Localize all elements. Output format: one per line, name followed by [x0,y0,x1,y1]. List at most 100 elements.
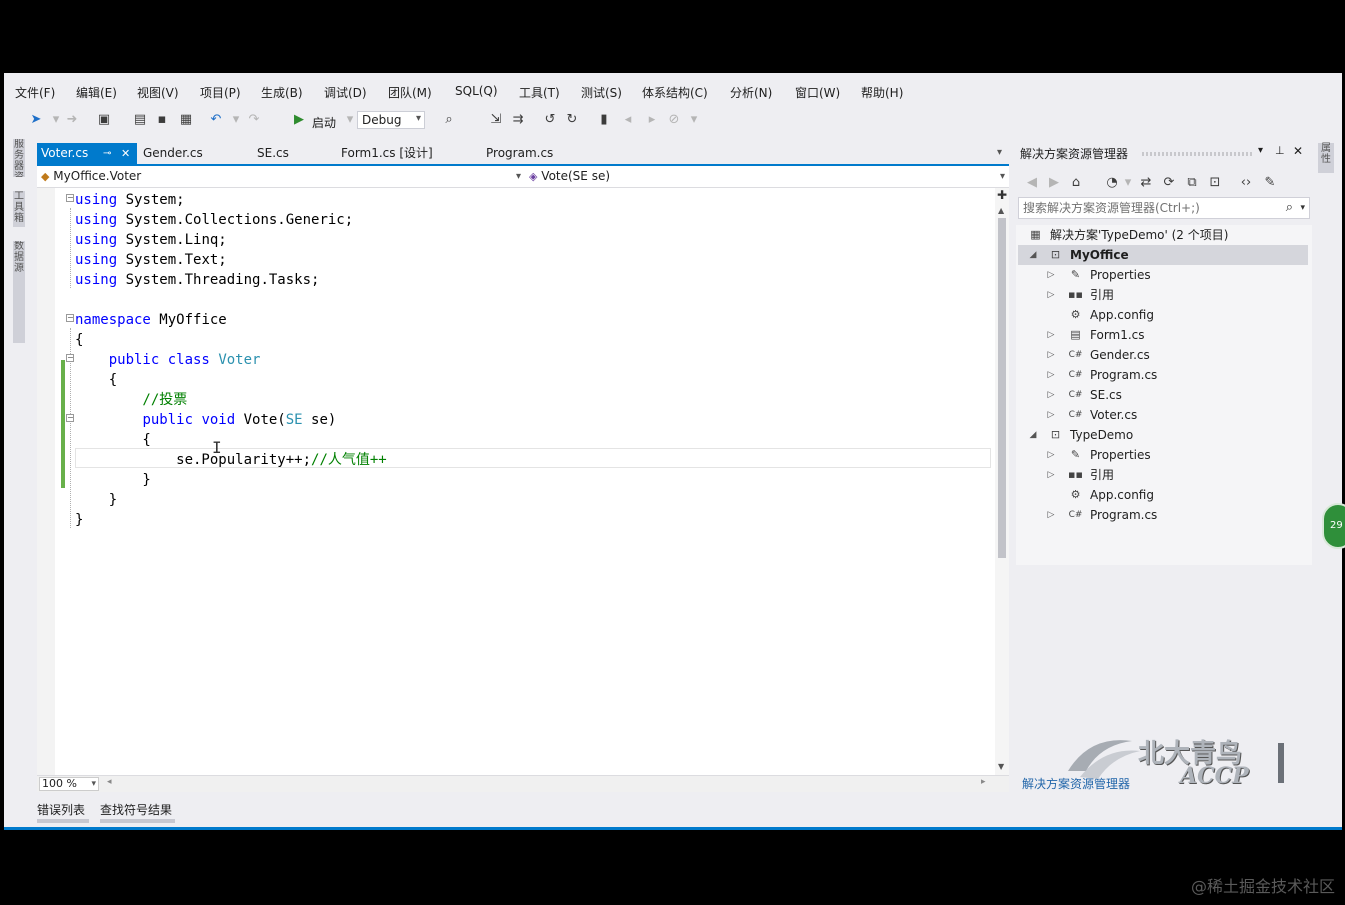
tree-item-app-config[interactable]: ⚙ App.config [1018,485,1308,505]
menu-view[interactable]: 视图(V) [137,84,179,101]
pending-changes-icon[interactable]: ◔ [1104,175,1120,191]
chevron-down-icon[interactable]: ▾ [1300,198,1305,218]
properties-side-tab[interactable]: 属性 [1318,143,1334,173]
find-icon[interactable]: ⌕ [441,112,457,128]
start-label[interactable]: 启动 [312,114,336,131]
find-symbol-results-tab[interactable]: 查找符号结果 [100,801,172,818]
split-icon[interactable]: ✚ [997,188,1007,202]
tree-item-properties[interactable]: ▷ ✎ Properties [1018,265,1308,285]
dropdown-arrow-icon[interactable]: ▾ [228,112,244,128]
class-dropdown[interactable]: ◆ MyOffice.Voter ▾ [41,167,521,186]
collapse-icon[interactable]: − [66,194,74,202]
tree-item-voter-cs[interactable]: ▷ C# Voter.cs [1018,405,1308,425]
collapsed-arrow-icon[interactable]: ▷ [1046,465,1056,485]
toolbox-tab[interactable]: 工具箱 [13,191,25,227]
tree-item-properties[interactable]: ▷ ✎ Properties [1018,445,1308,465]
menu-architecture[interactable]: 体系结构(C) [642,84,708,101]
code-editor[interactable]: − − − − using System; using System.Colle… [37,188,1009,775]
collapsed-arrow-icon[interactable]: ▷ [1046,265,1056,285]
menu-build[interactable]: 生成(B) [261,84,303,101]
collapsed-arrow-icon[interactable]: ▷ [1046,385,1056,405]
properties-wrench-icon[interactable]: ✎ [1262,175,1278,191]
step-into-icon[interactable]: ⇲ [488,112,504,128]
scroll-down-icon[interactable]: ▼ [998,762,1004,771]
tree-item-typedemo[interactable]: ◢ ⊡ TypeDemo [1018,425,1308,445]
server-explorer-tab[interactable]: 服务器资源管理器 [13,139,25,177]
scroll-right-icon[interactable]: ▸ [981,777,986,787]
menu-file[interactable]: 文件(F) [15,84,55,101]
collapse-icon[interactable]: − [66,354,74,362]
show-all-files-icon[interactable]: ⊡ [1207,175,1223,191]
tree-item-app-config[interactable]: ⚙ App.config [1018,305,1308,325]
back-icon[interactable]: ➤ [28,112,44,128]
tab-gender-cs[interactable]: Gender.cs [143,143,203,164]
menu-window[interactable]: 窗口(W) [795,84,840,101]
tab-program-cs[interactable]: Program.cs [486,143,553,164]
menu-tools[interactable]: 工具(T) [519,84,560,101]
tree-item-program-cs[interactable]: ▷ C# Program.cs [1018,505,1308,525]
member-dropdown[interactable]: ◈ Vote(SE se) ▾ [529,167,1005,186]
menu-analyze[interactable]: 分析(N) [730,84,772,101]
tab-voter-cs[interactable]: Voter.cs ⊸ ✕ [37,143,137,164]
back-icon[interactable]: ◀ [1024,175,1040,191]
collapse-icon[interactable]: − [66,314,74,322]
save-all-icon[interactable]: ▦ [178,112,194,128]
scroll-up-icon[interactable]: ▲ [998,206,1004,215]
view-code-icon[interactable]: ‹› [1238,175,1254,191]
tree-item-solution[interactable]: ▦ 解决方案'TypeDemo' (2 个项目) [1018,225,1308,245]
toolbar-overflow-icon[interactable]: ▾ [686,112,702,128]
solution-configuration-dropdown[interactable]: Debug ▾ [357,111,425,129]
error-list-tab[interactable]: 错误列表 [37,801,85,818]
dropdown-arrow-icon[interactable]: ▾ [342,112,358,128]
forward-icon[interactable]: ▶ [1046,175,1062,191]
tree-item-gender-cs[interactable]: ▷ C# Gender.cs [1018,345,1308,365]
tab-se-cs[interactable]: SE.cs [257,143,289,164]
new-project-icon[interactable]: ▣ [96,112,112,128]
zoom-dropdown[interactable]: 100 % ▾ [39,777,99,791]
tree-item-form1-cs[interactable]: ▷ ▤ Form1.cs [1018,325,1308,345]
collapsed-arrow-icon[interactable]: ▷ [1046,365,1056,385]
next-bookmark-icon[interactable]: ▸ [644,112,660,128]
comment-icon[interactable]: ↺ [542,112,558,128]
sync-icon[interactable]: ⇄ [1138,175,1154,191]
undo-icon[interactable]: ↶ [208,112,224,128]
chevron-down-icon[interactable]: ▾ [1258,145,1263,156]
step-over-icon[interactable]: ⇉ [510,112,526,128]
collapse-all-icon[interactable]: ⧉ [1184,175,1200,191]
tree-item-references[interactable]: ▷ ▪▪ 引用 [1018,285,1308,305]
menu-debug[interactable]: 调试(D) [324,84,367,101]
scroll-left-icon[interactable]: ◂ [107,777,112,787]
close-icon[interactable]: ✕ [1293,144,1303,158]
save-icon[interactable]: ▪ [154,112,170,128]
scrollbar-thumb[interactable] [998,218,1006,558]
bookmark-icon[interactable]: ▮ [596,112,612,128]
menu-project[interactable]: 项目(P) [200,84,241,101]
expanded-arrow-icon[interactable]: ◢ [1028,425,1038,445]
clear-bookmarks-icon[interactable]: ⊘ [666,112,682,128]
expanded-arrow-icon[interactable]: ◢ [1028,245,1038,265]
pin-icon[interactable]: ⊥ [1275,144,1285,157]
uncomment-icon[interactable]: ↻ [564,112,580,128]
home-icon[interactable]: ⌂ [1068,175,1084,191]
tree-item-references[interactable]: ▷ ▪▪ 引用 [1018,465,1308,485]
collapsed-arrow-icon[interactable]: ▷ [1046,285,1056,305]
collapsed-arrow-icon[interactable]: ▷ [1046,445,1056,465]
start-icon[interactable]: ▶ [291,112,307,128]
menu-team[interactable]: 团队(M) [388,84,432,101]
menu-test[interactable]: 测试(S) [581,84,622,101]
tree-item-se-cs[interactable]: ▷ C# SE.cs [1018,385,1308,405]
prev-bookmark-icon[interactable]: ◂ [620,112,636,128]
forward-icon[interactable]: ➜ [64,112,80,128]
tree-item-program-cs[interactable]: ▷ C# Program.cs [1018,365,1308,385]
menu-help[interactable]: 帮助(H) [861,84,903,101]
menu-sql[interactable]: SQL(Q) [455,84,498,98]
tab-list-dropdown-icon[interactable]: ▾ [997,147,1002,158]
pin-icon[interactable]: ⊸ [103,143,111,164]
refresh-icon[interactable]: ⟳ [1161,175,1177,191]
redo-icon[interactable]: ↷ [246,112,262,128]
open-file-icon[interactable]: ▤ [132,112,148,128]
close-icon[interactable]: ✕ [121,143,130,164]
collapsed-arrow-icon[interactable]: ▷ [1046,405,1056,425]
data-sources-tab[interactable]: 数据源 [13,241,25,343]
menu-edit[interactable]: 编辑(E) [76,84,117,101]
